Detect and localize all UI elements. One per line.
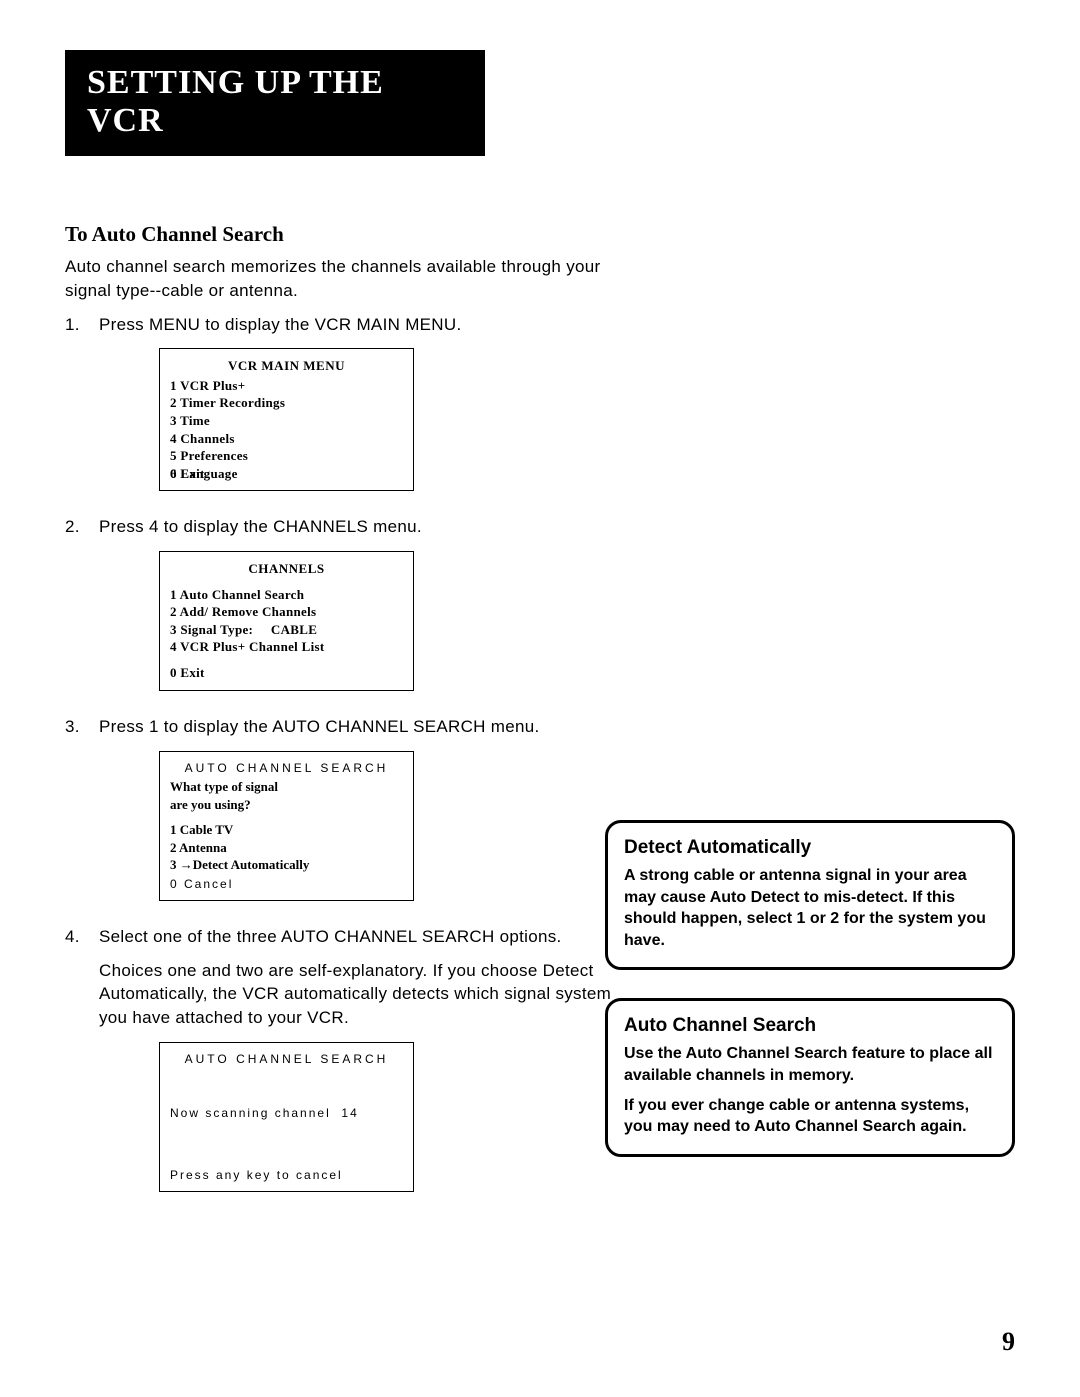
menu-question: are you using? (170, 796, 403, 814)
scanning-status: Now scanning channel 14 (170, 1105, 403, 1121)
menu-title: AUTO CHANNEL SEARCH (170, 760, 403, 776)
auto-channel-search-menu-screenshot: AUTO CHANNEL SEARCH What type of signal … (159, 751, 414, 901)
menu-title: AUTO CHANNEL SEARCH (170, 1051, 403, 1067)
step-number: 4. (65, 925, 80, 949)
menu-item: 3 →Detect Automatically (170, 856, 403, 874)
step-3: 3. Press 1 to display the AUTO CHANNEL S… (65, 715, 625, 901)
step-number: 3. (65, 715, 80, 739)
menu-cancel-hint: Press any key to cancel (170, 1167, 343, 1183)
callout-detect-automatically: Detect Automatically A strong cable or a… (605, 820, 1015, 970)
menu-cancel: 0 Cancel (170, 876, 233, 892)
chapter-banner: SETTING UP THE VCR (65, 50, 485, 156)
menu-title: VCR MAIN MENU (170, 357, 403, 375)
step-text: Press MENU to display the VCR MAIN MENU. (99, 315, 461, 334)
menu-item: 1 Auto Channel Search (170, 586, 403, 604)
menu-item: 1 Cable TV (170, 821, 403, 839)
intro-paragraph: Auto channel search memorizes the channe… (65, 255, 625, 303)
callout-auto-channel-search: Auto Channel Search Use the Auto Channel… (605, 998, 1015, 1156)
menu-exit: 0 Exit (170, 664, 205, 682)
callout-heading: Detect Automatically (624, 837, 996, 859)
sidebar-callouts: Detect Automatically A strong cable or a… (605, 820, 1015, 1185)
menu-item: 4 Channels (170, 430, 403, 448)
menu-item: 4 VCR Plus+ Channel List (170, 638, 403, 656)
vcr-main-menu-screenshot: VCR MAIN MENU 1 VCR Plus+ 2 Timer Record… (159, 348, 414, 491)
menu-question: What type of signal (170, 778, 403, 796)
menu-item: 1 VCR Plus+ (170, 377, 403, 395)
step-text: Select one of the three AUTO CHANNEL SEA… (99, 927, 562, 946)
menu-item: 2 Timer Recordings (170, 394, 403, 412)
step-text: Press 1 to display the AUTO CHANNEL SEAR… (99, 717, 540, 736)
steps-list: 1. Press MENU to display the VCR MAIN ME… (65, 313, 625, 1192)
step-number: 2. (65, 515, 80, 539)
page: SETTING UP THE VCR To Auto Channel Searc… (0, 0, 1080, 1397)
menu-item: 5 Preferences (170, 447, 403, 465)
scanning-menu-screenshot: AUTO CHANNEL SEARCH Now scanning channel… (159, 1042, 414, 1192)
section-heading: To Auto Channel Search (65, 222, 1015, 247)
menu-title: CHANNELS (170, 560, 403, 578)
step-1: 1. Press MENU to display the VCR MAIN ME… (65, 313, 625, 492)
page-number: 9 (1002, 1327, 1015, 1357)
step-4-detail: Choices one and two are self-explanatory… (99, 959, 625, 1030)
callout-body: If you ever change cable or antenna syst… (624, 1095, 996, 1138)
menu-item: 3 Signal Type: CABLE (170, 621, 403, 639)
step-2: 2. Press 4 to display the CHANNELS menu.… (65, 515, 625, 691)
channels-menu-screenshot: CHANNELS 1 Auto Channel Search 2 Add/ Re… (159, 551, 414, 691)
menu-item: 2 Antenna (170, 839, 403, 857)
menu-item: 2 Add/ Remove Channels (170, 603, 403, 621)
step-4: 4. Select one of the three AUTO CHANNEL … (65, 925, 625, 1192)
menu-item: 3 Time (170, 412, 403, 430)
callout-heading: Auto Channel Search (624, 1015, 996, 1037)
step-text: Press 4 to display the CHANNELS menu. (99, 517, 422, 536)
callout-body: A strong cable or antenna signal in your… (624, 865, 996, 951)
menu-exit: 0 Exit (170, 465, 205, 483)
step-number: 1. (65, 313, 80, 337)
callout-body: Use the Auto Channel Search feature to p… (624, 1043, 996, 1086)
